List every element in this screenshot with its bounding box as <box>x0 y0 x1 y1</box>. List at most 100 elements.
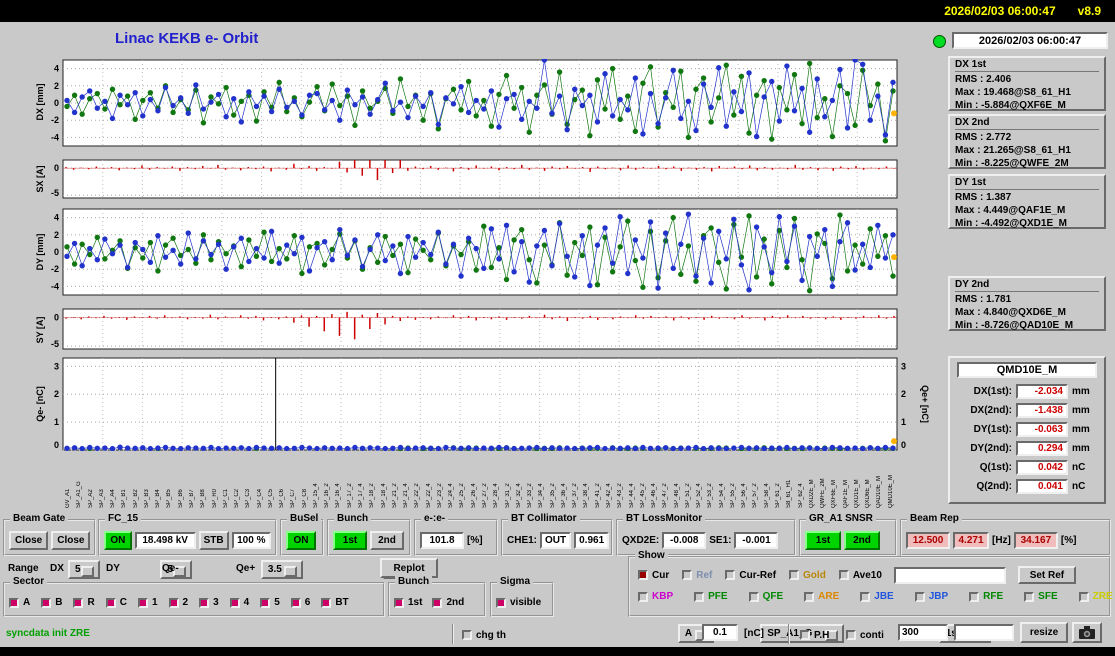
checkbox-jbe[interactable]: JBE <box>860 591 894 602</box>
beam-rep-percent-unit: [%] <box>1060 535 1077 546</box>
checkbox-are[interactable]: ARE <box>804 591 839 602</box>
checkbox-visible[interactable]: visible <box>496 597 541 608</box>
checkbox-b[interactable]: B <box>41 597 62 608</box>
gr-snsr-1st-button[interactable]: 1st <box>805 531 841 550</box>
fc15-on-button[interactable]: ON <box>104 531 132 550</box>
checkbox-indicator <box>914 591 925 602</box>
checkbox-ref[interactable]: Ref <box>682 570 712 581</box>
stat-line: Max : 19.468@S8_61_H1 <box>955 87 1071 98</box>
checkbox-zre[interactable]: ZRE <box>1078 591 1113 602</box>
x-axis-label: SP_33_2 <box>527 483 534 508</box>
x-axis-label: SP_26_4 <box>470 483 477 508</box>
fc15-stb-button[interactable]: STB <box>198 531 229 550</box>
threshold-input[interactable] <box>702 624 738 641</box>
checkbox-indicator <box>860 591 871 602</box>
checkbox-label: Ave10 <box>852 569 882 581</box>
extra-input[interactable] <box>954 624 1014 641</box>
checkbox-label: Cur-Ref <box>739 569 777 581</box>
checkbox-kbp[interactable]: KBP <box>638 591 673 602</box>
che1-status-display: OUT <box>540 532 572 549</box>
sector-select-value: A <box>684 628 693 639</box>
checkbox-5[interactable]: 5 <box>260 597 280 608</box>
bunch-2nd-button[interactable]: 2nd <box>370 531 404 550</box>
checkbox-cur-ref[interactable]: Cur-Ref <box>725 570 776 581</box>
x-axis-label: QXD1E_M <box>853 479 860 508</box>
x-axis-label: SP_22_4 <box>425 483 432 508</box>
range-qe-minus-dropdown[interactable]: 3.5 <box>260 560 303 579</box>
application-window: 2026/02/03 06:00:47 v8.9 Linac KEKB e- O… <box>0 0 1115 656</box>
stat-title: DY 2nd <box>955 279 1099 292</box>
beam-gate-close-button-2[interactable]: Close <box>51 531 91 550</box>
bunch-1st-button[interactable]: 1st <box>333 531 367 550</box>
svg-text:1: 1 <box>54 417 59 427</box>
checkbox-rfe[interactable]: RFE <box>969 591 1003 602</box>
bunch-group: Bunch 1st 2nd <box>327 513 411 556</box>
checkbox-a[interactable]: A <box>9 597 30 608</box>
stat-line: RMS : 1.387 <box>955 192 1012 203</box>
stat-panel-dy-2nd: DY 2nd RMS : 1.781 Max : 4.840@QXD6E_M Min … <box>948 276 1106 331</box>
dx-orbit-plot: 4 2 0 -2 -4 <box>33 57 931 152</box>
beam-rep-rate2-display: 4.271 <box>953 532 989 549</box>
checkbox-indicator <box>1078 591 1089 602</box>
reference-name-input[interactable] <box>893 566 1006 584</box>
checkbox-indicator <box>1024 591 1035 602</box>
checkbox-2nd[interactable]: 2nd <box>432 597 464 608</box>
screenshot-button[interactable] <box>1072 622 1102 643</box>
checkbox-r[interactable]: R <box>73 597 95 608</box>
show-group: Show Cur Ref Cur-Ref Gold Ave10 Set Ref KBP P… <box>628 550 1113 617</box>
beam-gate-close-button-1[interactable]: Close <box>9 531 49 550</box>
monitor-rows: DX(1st): -2.034 mm DX(2nd): -1.438 mm DY(1st):… <box>950 384 1104 494</box>
x-axis-label: SP_16_4 <box>335 483 342 508</box>
checkbox-qfe[interactable]: QFE <box>748 591 784 602</box>
x-axis-label: SP_R0 <box>211 488 218 508</box>
checkbox-cur[interactable]: Cur <box>638 570 669 581</box>
checkbox-indicator <box>41 597 52 608</box>
range-dx-dropdown[interactable]: 5 <box>68 560 100 579</box>
monitor-row: DX(1st): -2.034 mm <box>956 384 1098 399</box>
monitor-row: Q(2nd): 0.041 nC <box>956 479 1098 494</box>
checkbox-label: Ref <box>696 569 713 581</box>
x-axis-label: QXD2E_M <box>808 479 815 508</box>
count-input[interactable] <box>898 624 948 641</box>
show-group-title: Show <box>635 550 668 561</box>
checkbox-ave10[interactable]: Ave10 <box>838 569 882 581</box>
beam-rep-duty-display: 34.167 <box>1013 532 1058 549</box>
x-axis-label: QWFE_2M <box>820 478 827 508</box>
gr-snsr-2nd-button[interactable]: 2nd <box>844 531 880 550</box>
resize-button[interactable]: resize <box>1020 622 1068 643</box>
checkbox-pfe[interactable]: PFE <box>694 591 728 602</box>
checkbox-indicator <box>462 630 472 640</box>
checkbox-label: QFE <box>762 591 784 602</box>
svg-text:3: 3 <box>54 361 59 371</box>
checkbox-conti[interactable]: conti <box>846 630 884 641</box>
title-bar: 2026/02/03 06:00:47 v8.9 <box>0 0 1115 22</box>
x-axis-label: SP_32_4 <box>515 483 522 508</box>
checkbox-bt[interactable]: BT <box>321 597 349 608</box>
x-axis-label: SP_B8 <box>200 489 207 508</box>
checkbox-chg-th[interactable]: chg th <box>462 630 506 641</box>
checkbox-1st[interactable]: 1st <box>394 597 422 608</box>
x-axis-label: SP_C2 <box>234 488 241 508</box>
status-lamp-icon <box>933 35 946 48</box>
charge-ratio-unit: [%] <box>467 535 483 546</box>
busel-on-button[interactable]: ON <box>286 531 316 550</box>
stat-title: DX 1st <box>955 59 1099 72</box>
fc15-kv-display: 18.498 kV <box>134 532 196 549</box>
checkbox-gold[interactable]: Gold <box>789 570 826 581</box>
checkbox-c[interactable]: C <box>105 597 127 608</box>
sx-steering-plot: 0 -5 <box>33 159 931 204</box>
set-ref-button[interactable]: Set Ref <box>1017 566 1076 584</box>
beam-gate-group-title: Beam Gate <box>10 513 69 524</box>
checkbox-4[interactable]: 4 <box>229 597 249 608</box>
replot-button[interactable]: Replot <box>380 558 438 578</box>
checkbox-3[interactable]: 3 <box>199 597 219 608</box>
charge-ratio-display: 101.8 <box>420 532 464 549</box>
checkbox-jbp[interactable]: JBP <box>914 591 948 602</box>
x-axis-label: SP_37_2 <box>572 483 579 508</box>
checkbox-p-h[interactable]: P.H <box>800 630 829 641</box>
checkbox-2[interactable]: 2 <box>168 597 188 608</box>
checkbox-6[interactable]: 6 <box>290 597 310 608</box>
checkbox-sfe[interactable]: SFE <box>1024 591 1058 602</box>
checkbox-1[interactable]: 1 <box>137 597 158 608</box>
checkbox-label: Cur <box>652 569 670 581</box>
